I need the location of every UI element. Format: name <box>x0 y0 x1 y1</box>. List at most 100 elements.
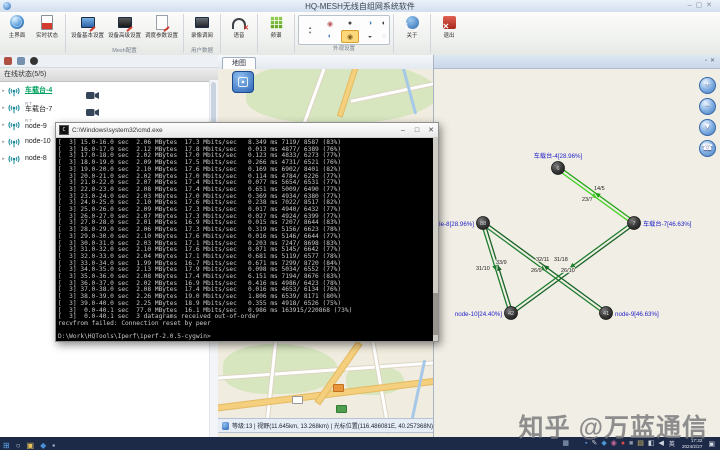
antenna-icon <box>7 101 21 115</box>
tree-caret-icon: ▸ <box>0 156 7 162</box>
headset-mute-icon <box>232 18 246 29</box>
theme-option-8-icon[interactable]: ◌ <box>381 30 387 43</box>
topology-node-label: node-9[46.63%] <box>615 311 659 318</box>
topology-svg[interactable]: 14/523/733/931/1032/1126/931/1826/106车载台… <box>434 55 720 437</box>
cmd-title-bar[interactable]: C C:\Windows\system32\cmd.exe – □ ✕ <box>56 123 438 138</box>
antenna-icon <box>7 84 21 98</box>
antenna-icon <box>7 135 21 149</box>
theme-option-4-icon[interactable]: ◐ <box>381 17 387 30</box>
monitor-wrench-icon <box>81 17 95 28</box>
voice-button[interactable]: 语音 <box>224 13 254 47</box>
edge-browser-icon[interactable]: ◆ <box>40 439 46 450</box>
topology-panel-header: ▫✕ <box>434 55 720 69</box>
close-button[interactable]: ✕ <box>424 126 438 134</box>
link-metric-label: 32/11 <box>536 257 549 263</box>
tree-caret-icon: ▸ <box>0 122 7 128</box>
cmd-output: [ 3] 15.0-16.0 sec 2.06 MBytes 17.3 Mbit… <box>56 138 438 343</box>
ribbon-group-user: 录像调阅 用户数据 <box>185 12 219 55</box>
node-label: 车载台-7 <box>25 106 52 114</box>
sidebar-tool-1-icon[interactable] <box>4 57 12 65</box>
node-id-label: 7 <box>632 221 635 227</box>
map-tab-bar: 地图 <box>218 55 433 70</box>
schedule-params-button[interactable]: 调度参数设置 <box>143 13 180 47</box>
cmd-scrollbar[interactable] <box>433 137 438 341</box>
road-badge <box>333 384 344 392</box>
antenna-icon <box>7 118 21 132</box>
map-topology-tool-button[interactable] <box>232 71 254 93</box>
search-icon[interactable]: ○ <box>16 439 21 450</box>
tree-caret-icon: ▸ <box>0 139 7 145</box>
app-shortcut-icon[interactable]: ▪ <box>52 439 55 450</box>
main-view-button[interactable]: 主界面 <box>2 13 32 47</box>
ribbon-toolbar: 主界面 实时状态 设备基本设置 设备高级设置 <box>0 12 720 56</box>
video-recorder-icon <box>195 17 209 28</box>
online-status-header: 在线状态(5/5) <box>0 68 218 82</box>
info-icon <box>406 16 419 29</box>
topology-node-label: 车载台-7[46.63%] <box>643 220 692 228</box>
ribbon-group-voice: 语音 <box>222 12 256 55</box>
zoom-out-button[interactable]: − <box>699 98 716 115</box>
group-label-user: 用户数据 <box>187 47 217 55</box>
about-button[interactable]: 关于 <box>397 13 427 47</box>
tree-caret-icon: ▸ <box>0 105 7 111</box>
spectrum-button[interactable]: 频谱 <box>261 13 291 47</box>
appearance-options[interactable]: ◉●◑◐◐◉◒◌▲▼ <box>298 15 390 45</box>
cmd-window[interactable]: C C:\Windows\system32\cmd.exe – □ ✕ [ 3]… <box>55 122 439 342</box>
ribbon-group-appearance: ◉●◑◐◐◉◒◌▲▼ 外观设置 <box>296 12 392 55</box>
node-id-label: 41 <box>603 311 609 317</box>
video-review-button[interactable]: 录像调阅 <box>187 13 217 47</box>
start-button[interactable]: ⊞ <box>3 439 10 450</box>
link-metric-label: 26/10 <box>561 268 575 274</box>
node-label: node-9 <box>25 123 47 131</box>
topology-node-label: node-8[28.96%] <box>434 221 474 228</box>
topology-panel: 14/523/733/931/1032/1126/931/1826/106车载台… <box>433 55 720 437</box>
theme-option-1-icon[interactable]: ◉ <box>321 17 339 30</box>
realtime-status-button[interactable]: 实时状态 <box>32 13 62 47</box>
theme-option-5-icon[interactable]: ◐ <box>321 30 339 43</box>
camera-icon[interactable] <box>86 87 99 96</box>
device-basic-settings-button[interactable]: 设备基本设置 <box>69 13 106 47</box>
appearance-spinner[interactable]: ▲▼ <box>300 17 320 43</box>
status-device-icon <box>41 15 53 30</box>
sidebar-node-item[interactable]: ▸ R T 车载台-7 <box>0 99 218 116</box>
exit-button[interactable]: 退出 <box>434 13 464 47</box>
camera-icon[interactable] <box>86 104 99 113</box>
application-window: HQ-MESH无线自组网系统软件 –▢✕ 主界面 实时状态 <box>0 0 720 450</box>
node-label: node-8 <box>25 155 47 163</box>
link-metric-label: 26/9 <box>531 268 542 274</box>
tree-caret-icon: ▸ <box>0 88 7 94</box>
topology-node-label: node-10[24.40%] <box>455 311 502 318</box>
ribbon-group-spectrum: 频谱 <box>259 12 293 55</box>
window-controls[interactable]: –▢✕ <box>688 1 716 9</box>
theme-option-2-icon[interactable]: ● <box>341 17 359 30</box>
panel-pin-close-icons[interactable]: ▫✕ <box>705 57 718 64</box>
minimize-button[interactable]: – <box>396 127 410 134</box>
sidebar-tool-2-icon[interactable] <box>17 57 25 65</box>
sidebar-node-item[interactable]: ▸ 车载台-4 <box>0 82 218 99</box>
theme-option-6-icon[interactable]: ◉ <box>341 30 359 43</box>
road-badge <box>336 405 347 413</box>
link-metric-label: 33/9 <box>496 260 507 266</box>
zoom-in-button[interactable]: + <box>699 77 716 94</box>
taskbar-date: 2024/2/27 <box>682 444 702 449</box>
node-id-label: 42 <box>508 311 514 317</box>
pan-down-button[interactable]: ▾ <box>699 119 716 136</box>
maximize-button[interactable]: □ <box>410 127 424 134</box>
node-label: node-10 <box>25 138 51 146</box>
sidebar-tool-3-icon[interactable] <box>30 57 38 65</box>
document-wrench-icon <box>156 15 168 30</box>
device-advanced-settings-button[interactable]: 设备高级设置 <box>106 13 143 47</box>
node-label: 车载台-4 <box>25 87 52 95</box>
theme-option-7-icon[interactable]: ◒ <box>361 30 379 43</box>
group-label-mesh: Mesh配置 <box>69 47 180 55</box>
map-status-text: 等级:13 | 视野(11.645km, 13.268km) | 光标位置(11… <box>232 421 433 430</box>
folder-icon[interactable]: ▣ <box>27 439 35 450</box>
cmd-icon: C <box>59 125 69 135</box>
sidebar-toolbar <box>0 55 218 68</box>
phone-tool-button[interactable]: ☎ <box>699 140 716 157</box>
topology-zoom-controls: + − ▾ ☎ <box>699 77 716 157</box>
monitor-dark-wrench-icon <box>118 17 132 28</box>
antenna-icon <box>7 152 21 166</box>
notification-icon[interactable]: ▣ <box>708 440 715 448</box>
theme-option-3-icon[interactable]: ◑ <box>361 17 379 30</box>
